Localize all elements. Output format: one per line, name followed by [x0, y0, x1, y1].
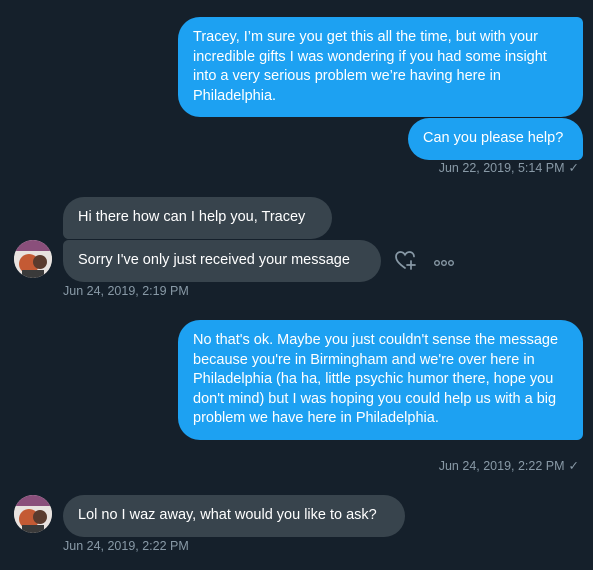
check-mark-icon: ✓	[568, 161, 579, 175]
more-dots-icon[interactable]	[434, 255, 454, 273]
avatar-image	[14, 495, 52, 533]
incoming-message[interactable]: Hi there how can I help you, Tracey	[63, 197, 332, 239]
message-timestamp: Jun 24, 2019, 2:22 PM ✓	[439, 458, 579, 473]
message-timestamp: Jun 24, 2019, 2:19 PM	[63, 284, 189, 298]
message-timestamp: Jun 22, 2019, 5:14 PM ✓	[439, 160, 579, 175]
avatar-image	[14, 240, 52, 278]
heart-plus-icon[interactable]	[393, 248, 417, 277]
timestamp-text: Jun 22, 2019, 5:14 PM	[438, 161, 565, 175]
avatar[interactable]	[14, 495, 52, 533]
timestamp-text: Jun 24, 2019, 2:19 PM	[63, 284, 189, 298]
incoming-message[interactable]: Sorry I've only just received your messa…	[63, 240, 381, 282]
check-mark-icon: ✓	[568, 459, 579, 473]
message-timestamp: Jun 24, 2019, 2:22 PM	[63, 539, 189, 553]
outgoing-message[interactable]: Tracey, I’m sure you get this all the ti…	[178, 17, 583, 117]
outgoing-message[interactable]: No that's ok. Maybe you just couldn't se…	[178, 320, 583, 440]
timestamp-text: Jun 24, 2019, 2:22 PM	[438, 459, 565, 473]
avatar[interactable]	[14, 240, 52, 278]
outgoing-message[interactable]: Can you please help?	[408, 118, 583, 160]
incoming-message[interactable]: Lol no I waz away, what would you like t…	[63, 495, 405, 537]
timestamp-text: Jun 24, 2019, 2:22 PM	[63, 539, 189, 553]
